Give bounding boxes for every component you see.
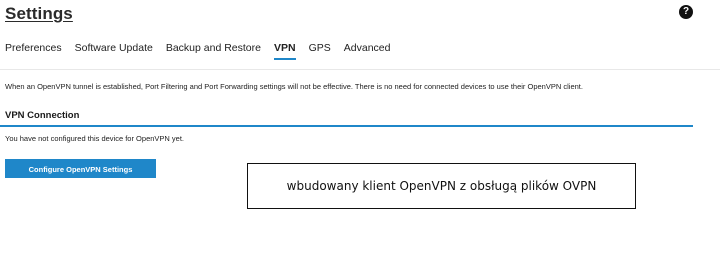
section-divider bbox=[0, 125, 693, 127]
question-mark-icon[interactable]: ? bbox=[679, 5, 693, 19]
page-title: Settings bbox=[5, 4, 73, 23]
tab-software-update[interactable]: Software Update bbox=[75, 42, 153, 60]
settings-tabs: Preferences Software Update Backup and R… bbox=[5, 42, 403, 62]
tab-vpn[interactable]: VPN bbox=[274, 42, 296, 60]
caption-overlay-box: wbudowany klient OpenVPN z obsługą plikó… bbox=[247, 163, 636, 209]
vpn-status-text: You have not configured this device for … bbox=[5, 134, 185, 143]
caption-text: wbudowany klient OpenVPN z obsługą plikó… bbox=[286, 179, 597, 193]
tabs-divider bbox=[0, 69, 720, 70]
openvpn-info-text: When an OpenVPN tunnel is established, P… bbox=[5, 82, 583, 91]
tab-backup-and-restore[interactable]: Backup and Restore bbox=[166, 42, 261, 60]
configure-openvpn-button[interactable]: Configure OpenVPN Settings bbox=[5, 159, 156, 178]
vpn-connection-heading: VPN Connection bbox=[5, 110, 80, 121]
tab-advanced[interactable]: Advanced bbox=[344, 42, 391, 60]
tab-gps[interactable]: GPS bbox=[309, 42, 331, 60]
tab-preferences[interactable]: Preferences bbox=[5, 42, 62, 60]
